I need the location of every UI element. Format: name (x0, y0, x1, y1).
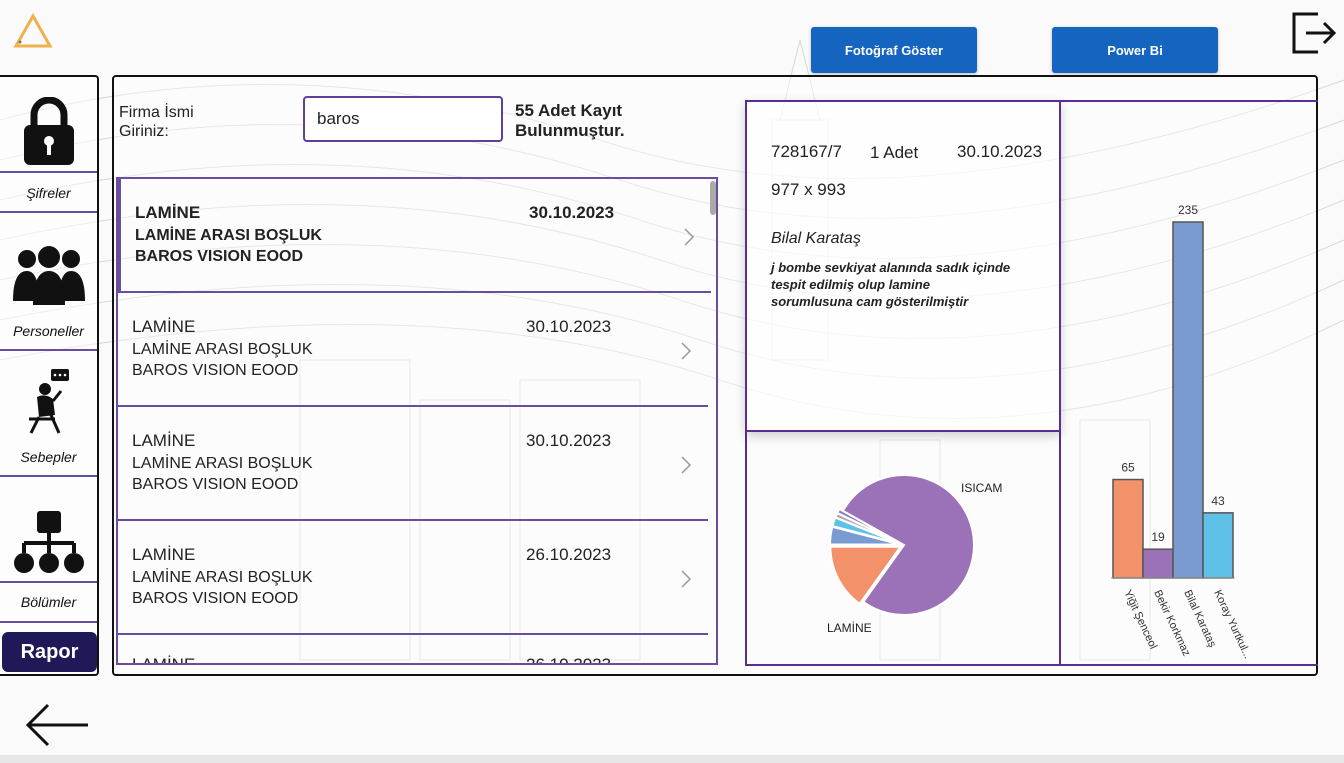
bar-value-label: 235 (1178, 203, 1198, 217)
record-reason: LAMİNE ARASI BOŞLUK (135, 227, 322, 244)
record-date: 30.10.2023 (529, 203, 615, 222)
detail-dimensions: 977 x 993 (771, 180, 846, 199)
chevron-right-icon[interactable] (680, 341, 692, 361)
sidebar-item-label: Sebepler (20, 449, 77, 465)
record-company: BAROS VISION EOOD (132, 476, 299, 493)
list-item[interactable]: LAMİNE 26.10.2023 (118, 635, 708, 665)
detail-card: 728167/7 1 Adet 30.10.2023 977 x 993 Bil… (745, 100, 1061, 432)
records-list: LAMİNE LAMİNE ARASI BOŞLUK BAROS VISION … (116, 177, 718, 665)
show-photo-button[interactable]: Fotoğraf Göster (811, 27, 977, 73)
lock-icon (23, 97, 74, 165)
detail-description: j bombe sevkiyat alanında sadık içinde t… (771, 260, 1011, 309)
bar (1202, 512, 1234, 579)
pie-label-lamine: LAMİNE (827, 621, 872, 635)
record-company: BAROS VISION EOOD (132, 362, 299, 379)
bar-value-label: 19 (1151, 530, 1165, 544)
bar (1172, 221, 1204, 579)
people-icon (12, 246, 85, 305)
company-logo (13, 12, 53, 48)
main-panel: Firma İsmi Giriniz: 55 Adet Kayıt Bulunm… (112, 75, 1318, 676)
list-item[interactable]: LAMİNE LAMİNE ARASI BOŞLUK BAROS VISION … (118, 407, 708, 521)
person-thinking-icon (28, 369, 69, 434)
chevron-right-icon[interactable] (680, 455, 692, 475)
record-date: 26.10.2023 (526, 545, 612, 564)
record-company: BAROS VISION EOOD (135, 248, 304, 265)
bar-category-label: Koray Yurtkul... (1211, 588, 1253, 660)
record-reason: LAMİNE ARASI BOŞLUK (132, 569, 313, 586)
company-search-input[interactable] (303, 96, 503, 142)
list-item[interactable]: LAMİNE LAMİNE ARASI BOŞLUK BAROS VISION … (118, 521, 708, 635)
list-item[interactable]: LAMİNE LAMİNE ARASI BOŞLUK BAROS VISION … (118, 179, 711, 293)
record-company: BAROS VISION EOOD (132, 590, 299, 607)
record-type: LAMİNE (132, 317, 196, 336)
record-type: LAMİNE (132, 655, 196, 665)
record-type: LAMİNE (132, 431, 196, 450)
sidebar-item-label: Şifreler (26, 185, 71, 201)
logout-icon[interactable] (1290, 10, 1338, 56)
bar-chart-panel: 65 Yiğit Şenceol 19 Bekir Korkmaz 235 Bilal K… (1061, 100, 1318, 666)
power-bi-button[interactable]: Power Bi (1052, 27, 1218, 73)
record-date: 30.10.2023 (526, 431, 612, 450)
sidebar: Şifreler Personeller Sebepler Bölümler R… (0, 75, 99, 676)
bottom-strip (0, 755, 1344, 763)
detail-code: 728167/7 (771, 142, 842, 161)
chevron-right-icon[interactable] (683, 227, 695, 247)
bar (1142, 548, 1174, 579)
detail-person: Bilal Karataş (771, 230, 861, 247)
company-search-label: Firma İsmi Giriniz: (119, 104, 194, 140)
bar-value-label: 43 (1211, 494, 1225, 508)
record-date: 26.10.2023 (526, 655, 612, 665)
list-scrollbar[interactable] (710, 181, 716, 215)
back-arrow-icon[interactable] (24, 702, 90, 748)
record-type: LAMİNE (135, 203, 201, 222)
bar-chart: 65Yiğit Şenceol19Bekir Korkmaz235Bilal K… (1111, 203, 1254, 661)
bar-value-label: 65 (1121, 461, 1135, 475)
sidebar-item-label: Personeller (13, 323, 84, 339)
bar (1112, 478, 1144, 579)
report-button[interactable]: Rapor (2, 632, 97, 672)
record-reason: LAMİNE ARASI BOŞLUK (132, 455, 313, 472)
detail-quantity: 1 Adet (870, 143, 919, 162)
record-reason: LAMİNE ARASI BOŞLUK (132, 341, 313, 358)
pie-label-isicam: ISICAM (961, 481, 1002, 495)
org-chart-icon (13, 511, 84, 573)
result-count: 55 Adet Kayıt Bulunmuştur. (515, 101, 625, 140)
record-date: 30.10.2023 (526, 317, 612, 336)
record-type: LAMİNE (132, 545, 196, 564)
detail-date: 30.10.2023 (957, 142, 1043, 161)
list-item[interactable]: LAMİNE LAMİNE ARASI BOŞLUK BAROS VISION … (118, 293, 708, 407)
chevron-right-icon[interactable] (680, 569, 692, 589)
sidebar-item-label: Bölümler (20, 594, 77, 610)
